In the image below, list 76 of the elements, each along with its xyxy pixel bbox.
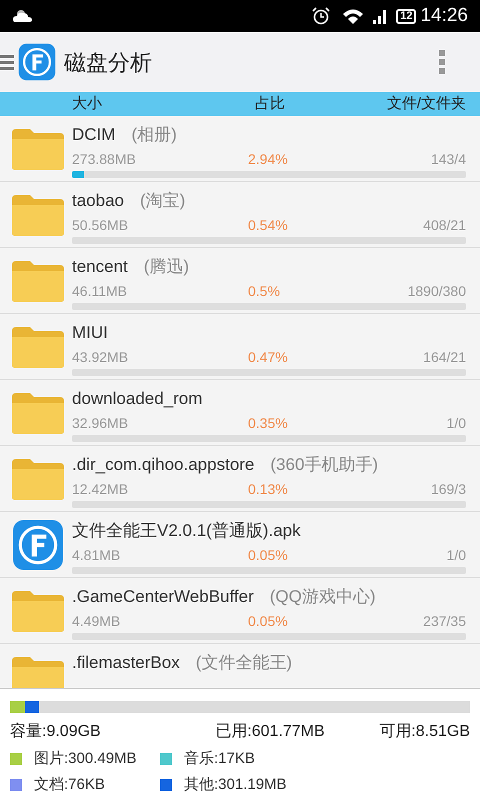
- file-row[interactable]: MIUI 43.92MB 0.47% 164/21: [0, 314, 480, 380]
- file-name: 文件全能王V2.0.1(普通版).apk: [72, 520, 301, 542]
- percent-text: 0.47%: [248, 348, 289, 366]
- file-alias: (相册): [131, 124, 177, 146]
- item-count: 1/0: [446, 546, 466, 564]
- file-name: taobao: [72, 190, 124, 212]
- file-name: downloaded_rom: [72, 388, 202, 410]
- legend-label: 文档:76KB: [34, 774, 105, 794]
- alarm-icon: [312, 7, 330, 25]
- percent-text: 2.94%: [248, 150, 289, 168]
- item-count: 164/21: [423, 348, 466, 366]
- file-row[interactable]: DCIM (相册) 273.88MB 2.94% 143/4: [0, 116, 480, 182]
- screen-title: 磁盘分析: [64, 48, 153, 76]
- file-size: 43.92MB: [72, 348, 130, 366]
- file-row[interactable]: .dir_com.qihoo.appstore (360手机助手) 12.42MB 0.13% 169/3: [0, 446, 480, 512]
- legend-label: 其他:301.19MB: [184, 774, 287, 794]
- folder-icon: [10, 457, 66, 501]
- column-header[interactable]: 文件/文件夹: [340, 92, 480, 116]
- file-name: .filemasterBox: [72, 652, 180, 674]
- file-alias: (淘宝): [140, 190, 186, 212]
- percent-text: 0.54%: [248, 216, 289, 234]
- free-text: 可用:8.51GB: [379, 722, 470, 742]
- folder-icon: [10, 589, 66, 633]
- item-count: 237/35: [423, 612, 466, 630]
- percent-text: 0.05%: [248, 612, 289, 630]
- file-size: 273.88MB: [72, 150, 137, 168]
- file-size: 46.11MB: [72, 282, 128, 300]
- file-name: MIUI: [72, 322, 108, 344]
- weather-icon: [12, 8, 34, 24]
- file-row[interactable]: 文件全能王V2.0.1(普通版).apk 4.81MB 0.05% 1/0: [0, 512, 480, 578]
- folder-icon: [10, 259, 66, 303]
- folder-icon: [10, 325, 66, 369]
- legend-label: 图片:300.49MB: [34, 749, 137, 769]
- file-name: DCIM: [72, 124, 116, 146]
- percent-text: 0.35%: [248, 414, 289, 432]
- file-alias: (QQ游戏中心): [270, 586, 376, 608]
- legend-label: 音乐:17KB: [184, 749, 255, 769]
- menu-icon[interactable]: [0, 52, 14, 72]
- percent-text: 0.13%: [248, 480, 289, 498]
- file-name: .dir_com.qihoo.appstore: [72, 454, 254, 476]
- file-alias: (腾迅): [144, 256, 190, 278]
- overflow-menu-icon[interactable]: [438, 49, 446, 75]
- file-alias: (360手机助手): [270, 454, 378, 476]
- item-count: 1/0: [446, 414, 466, 432]
- column-header[interactable]: 大小: [0, 92, 180, 116]
- percent-text: 0.5%: [248, 282, 281, 300]
- file-size: 4.49MB: [72, 612, 122, 630]
- item-count: 169/3: [430, 480, 466, 498]
- app-icon: [12, 519, 64, 571]
- folder-icon: [10, 391, 66, 435]
- file-row[interactable]: taobao (淘宝) 50.56MB 0.54% 408/21: [0, 182, 480, 248]
- folder-icon: [10, 193, 66, 237]
- used-text: 已用:601.77MB: [215, 722, 325, 742]
- item-count: 143/4: [430, 150, 466, 168]
- file-name: tencent: [72, 256, 128, 278]
- file-size: 4.81MB: [72, 546, 122, 564]
- percent-text: 0.05%: [248, 546, 289, 564]
- folder-icon: [10, 655, 66, 688]
- item-count: 408/21: [423, 216, 466, 234]
- file-alias: (文件全能王): [196, 652, 292, 674]
- app-logo-icon: [18, 43, 56, 81]
- folder-icon: [10, 127, 66, 171]
- file-row[interactable]: tencent (腾迅) 46.11MB 0.5% 1890/380: [0, 248, 480, 314]
- file-row[interactable]: .GameCenterWebBuffer (QQ游戏中心) 4.49MB 0.05% 237/35: [0, 578, 480, 644]
- status-time: 14:26: [420, 4, 468, 28]
- file-size: 12.42MB: [72, 480, 130, 498]
- file-row[interactable]: downloaded_rom 32.96MB 0.35% 1/0: [0, 380, 480, 446]
- capacity-text: 容量:9.09GB: [10, 722, 101, 742]
- signal-icon: [372, 8, 388, 24]
- file-name: .GameCenterWebBuffer: [72, 586, 254, 608]
- battery-icon: 12: [396, 8, 416, 24]
- file-size: 32.96MB: [72, 414, 130, 432]
- file-size: 50.56MB: [72, 216, 130, 234]
- item-count: 1890/380: [408, 282, 466, 300]
- wifi-icon: [342, 8, 364, 24]
- column-header[interactable]: 占比: [180, 92, 340, 116]
